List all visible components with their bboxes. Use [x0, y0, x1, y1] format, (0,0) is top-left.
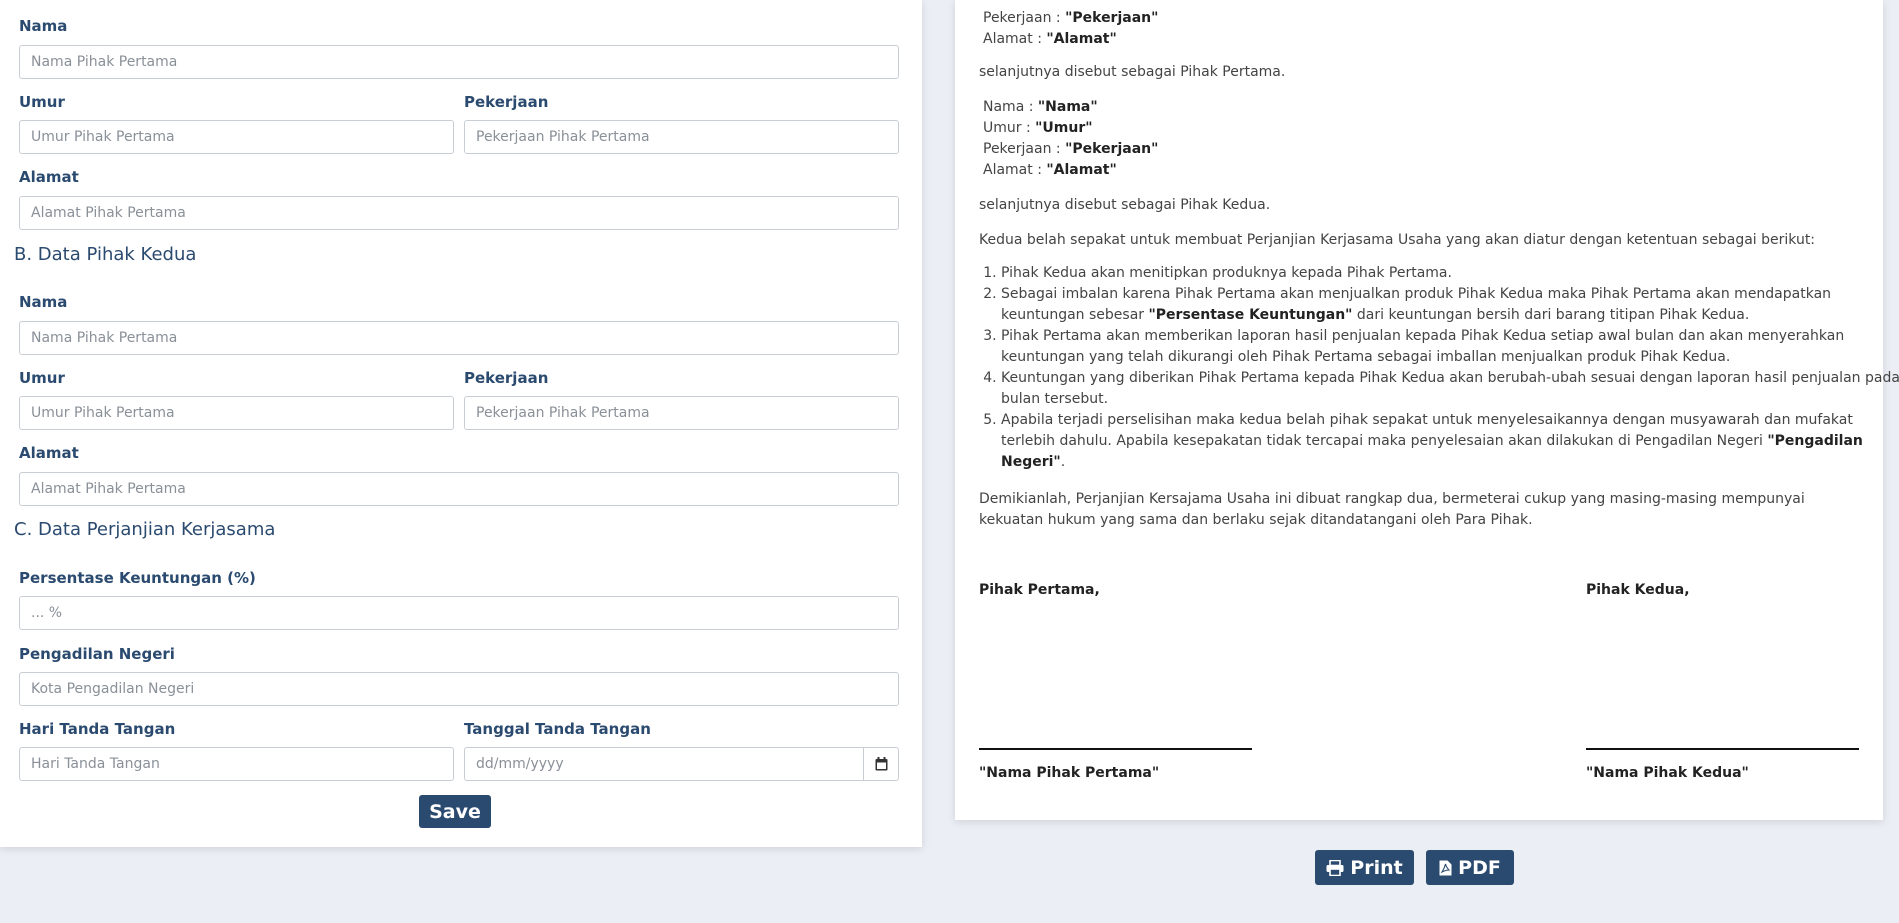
agreement-document: Pekerjaan : "Pekerjaan" Alamat : "Alamat…	[955, 0, 1899, 820]
second-party-address-line: Alamat : "Alamat"	[983, 162, 1117, 178]
signing-day-input[interactable]	[19, 747, 454, 781]
first-party-address-line: Alamat : "Alamat"	[983, 31, 1117, 47]
term-item: Pihak Kedua akan menitipkan produknya ke…	[1001, 263, 1899, 284]
term-item: Keuntungan yang diberikan Pihak Pertama …	[1001, 368, 1899, 410]
first-party-job-label: Pekerjaan	[464, 93, 549, 111]
first-party-closing: selanjutnya disebut sebagai Pihak Pertam…	[979, 64, 1286, 80]
second-party-signature-name: "Nama Pihak Kedua"	[1586, 765, 1749, 781]
second-party-job-label: Pekerjaan	[464, 369, 549, 387]
second-party-age-input[interactable]	[19, 396, 454, 430]
signing-date-label: Tanggal Tanda Tangan	[464, 720, 651, 738]
second-party-job-line: Pekerjaan : "Pekerjaan"	[983, 141, 1159, 157]
printer-icon	[1326, 859, 1344, 876]
agreement-section-title: C. Data Perjanjian Kerjasama	[14, 519, 276, 540]
pdf-button-label: PDF	[1458, 856, 1501, 879]
second-party-signature-line	[1586, 748, 1859, 750]
first-party-age-input[interactable]	[19, 120, 454, 154]
first-party-address-input[interactable]	[19, 196, 899, 230]
calendar-icon[interactable]	[863, 748, 898, 780]
second-party-name-input[interactable]	[19, 321, 899, 355]
first-party-age-label: Umur	[19, 93, 65, 111]
first-party-signature-label: Pihak Pertama,	[979, 582, 1100, 598]
district-court-input[interactable]	[19, 672, 899, 706]
second-party-section-title: B. Data Pihak Kedua	[14, 244, 197, 265]
second-party-age-line: Umur : "Umur"	[983, 120, 1093, 136]
first-party-age-line-cut	[983, 0, 1158, 8]
print-button[interactable]: Print	[1315, 850, 1414, 885]
first-party-name-input[interactable]	[19, 45, 899, 79]
second-party-details: Nama : "Nama" Umur : "Umur" Pekerjaan : …	[983, 97, 1158, 181]
second-party-job-input[interactable]	[464, 396, 899, 430]
agreement-closing-paragraph: Demikianlah, Perjanjian Kersajama Usaha …	[979, 491, 1805, 528]
second-party-address-label: Alamat	[19, 444, 79, 462]
signing-day-label: Hari Tanda Tangan	[19, 720, 176, 738]
second-party-closing: selanjutnya disebut sebagai Pihak Kedua.	[979, 197, 1271, 213]
term-item: Sebagai imbalan karena Pihak Pertama aka…	[1001, 284, 1899, 326]
second-party-name-line: Nama : "Nama"	[983, 99, 1098, 115]
first-party-job-line: Pekerjaan : "Pekerjaan"	[983, 10, 1159, 26]
signing-date-input[interactable]	[465, 748, 867, 780]
first-party-address-label: Alamat	[19, 168, 79, 186]
second-party-age-label: Umur	[19, 369, 65, 387]
first-party-details: Pekerjaan : "Pekerjaan" Alamat : "Alamat…	[983, 0, 1158, 50]
print-button-label: Print	[1350, 856, 1403, 879]
file-pdf-icon	[1439, 860, 1452, 876]
first-party-name-label: Nama	[19, 17, 68, 35]
district-court-label: Pengadilan Negeri	[19, 645, 175, 663]
form-panel: Nama Umur Pekerjaan Alamat B. Data Pihak…	[0, 0, 922, 847]
first-party-job-input[interactable]	[464, 120, 899, 154]
term-item: Apabila terjadi perselisihan maka kedua …	[1001, 410, 1899, 473]
signing-date-field	[464, 747, 899, 781]
second-party-address-input[interactable]	[19, 472, 899, 506]
term-item: Pihak Pertama akan memberikan laporan ha…	[1001, 326, 1899, 368]
profit-percentage-input[interactable]	[19, 596, 899, 630]
agreement-terms-list: Pihak Kedua akan menitipkan produknya ke…	[979, 263, 1899, 473]
first-party-signature-name: "Nama Pihak Pertama"	[979, 765, 1160, 781]
second-party-name-label: Nama	[19, 293, 68, 311]
agreement-intro: Kedua belah sepakat untuk membuat Perjan…	[979, 232, 1816, 248]
save-button[interactable]: Save	[419, 795, 491, 828]
profit-percentage-label: Persentase Keuntungan (%)	[19, 569, 256, 587]
pdf-button[interactable]: PDF	[1426, 850, 1514, 885]
second-party-signature-label: Pihak Kedua,	[1586, 582, 1690, 598]
first-party-signature-line	[979, 748, 1252, 750]
